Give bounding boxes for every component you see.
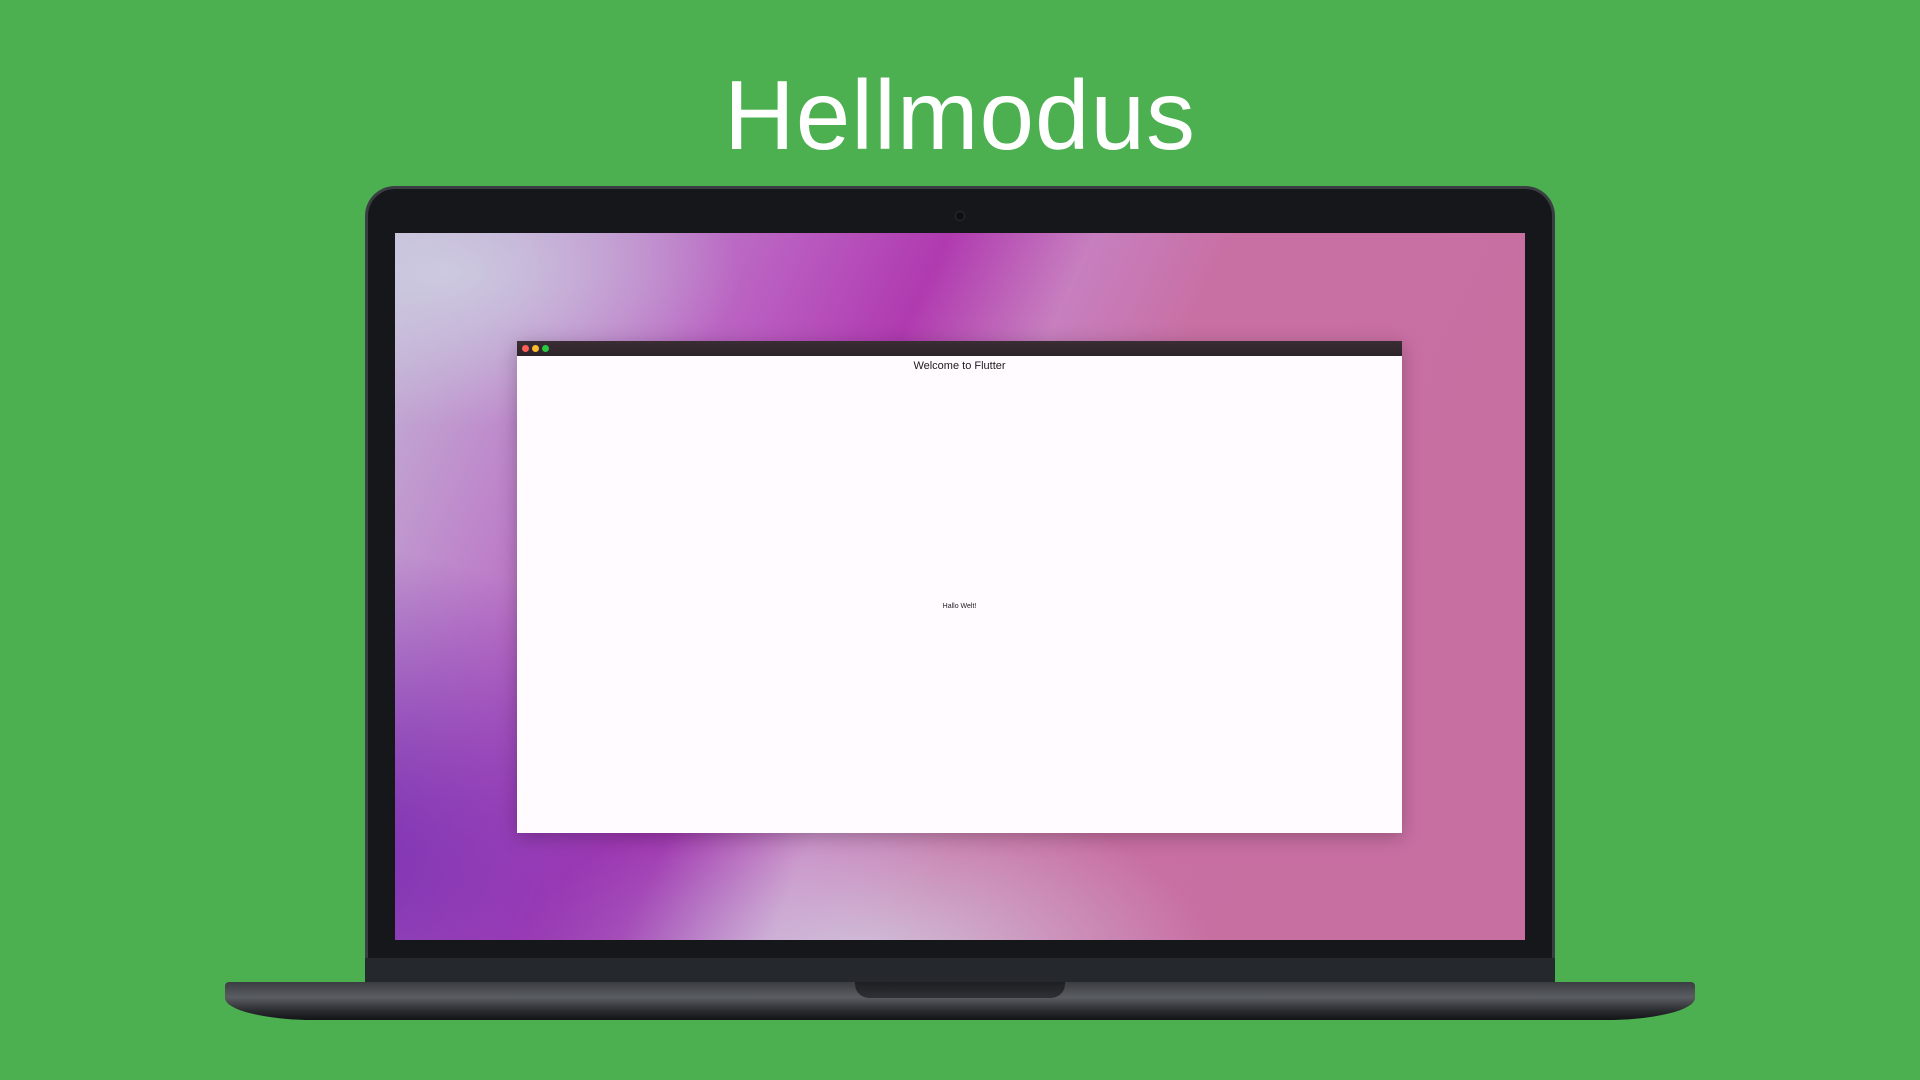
close-icon[interactable] [522,345,529,352]
flutter-app-window: Welcome to Flutter Hallo Welt! [517,341,1402,833]
appbar-title: Welcome to Flutter [913,360,1006,372]
minimize-icon[interactable] [532,345,539,352]
showcase-canvas: Hellmodus Welcome to Flutter Hallo Welt! [0,0,1920,1080]
desktop-wallpaper: Welcome to Flutter Hallo Welt! [395,233,1525,940]
page-title: Hellmodus [724,60,1196,170]
maximize-icon[interactable] [542,345,549,352]
laptop-notch [855,982,1065,998]
laptop-chin [365,958,1555,982]
camera-icon [955,211,965,221]
window-titlebar[interactable] [517,341,1402,356]
body-text: Hallo Welt! [942,603,977,610]
